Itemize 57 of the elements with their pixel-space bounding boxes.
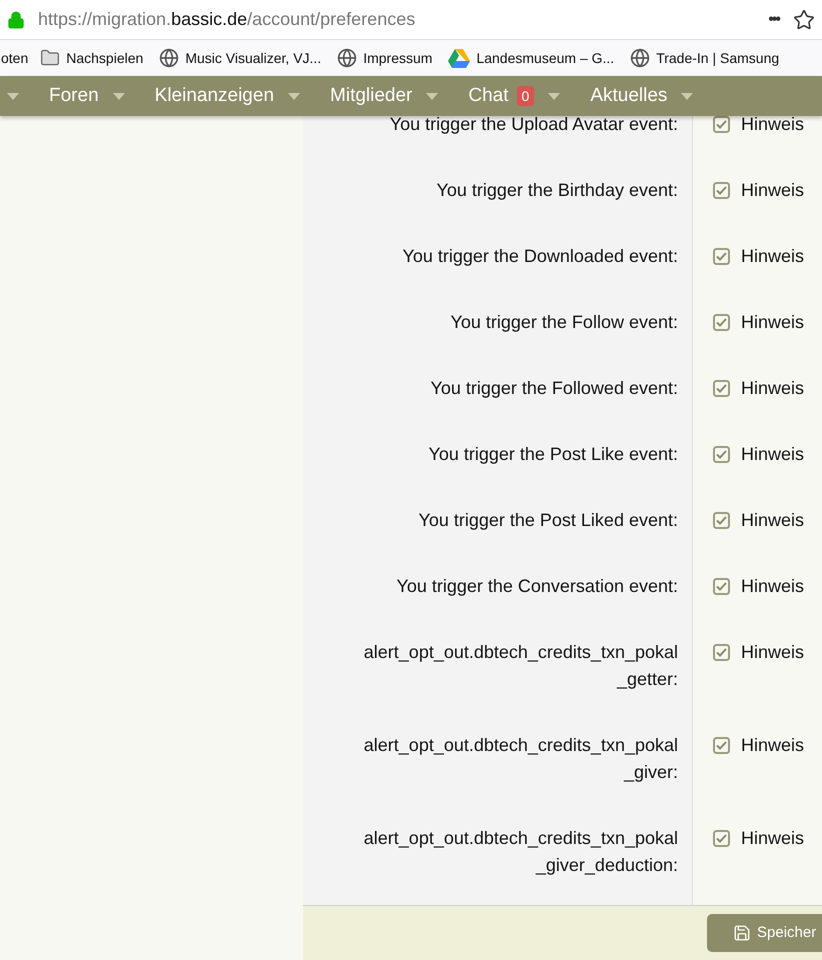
checkbox[interactable] (713, 314, 730, 331)
checkbox[interactable] (713, 446, 730, 463)
alert-option[interactable]: Hinweis (692, 375, 804, 402)
nav-tab[interactable]: Chat 0 (468, 82, 534, 110)
caret-icon (112, 92, 125, 100)
more-button[interactable]: ••• (768, 8, 779, 32)
alert-option[interactable]: Hinweis (692, 573, 804, 600)
alert-option[interactable]: Hinweis (692, 309, 804, 336)
alert-label: You trigger the Followed event: (430, 377, 679, 400)
caret-icon (426, 92, 438, 100)
alert-option[interactable]: Hinweis (692, 177, 804, 204)
globe-icon (337, 48, 358, 68)
globe-icon (159, 48, 180, 68)
alert-label: You trigger the Downloaded event: (401, 245, 679, 268)
caret-icon (548, 92, 560, 100)
drive-icon (448, 48, 470, 68)
folder-icon (40, 48, 60, 68)
alert-label: You trigger the Birthday event: (436, 179, 679, 202)
bookmark-item[interactable]: oten (1, 48, 28, 68)
checkbox[interactable] (713, 182, 730, 199)
checkbox[interactable] (713, 248, 730, 265)
count-badge: 0 (516, 86, 534, 106)
bookmark-item[interactable]: Nachspielen (40, 48, 144, 68)
checkbox[interactable] (713, 380, 730, 397)
lock-icon (7, 10, 25, 28)
alert-option[interactable]: Hinweis (692, 639, 804, 693)
alert-label: alert_opt_out.dbtech_credits_txn_pokal _giver_deduction: (362, 827, 679, 877)
checkbox[interactable] (713, 578, 730, 595)
alert-label: You trigger the Post Liked event: (417, 509, 679, 532)
alert-option[interactable]: Hinweis (692, 441, 804, 468)
alert-label: alert_opt_out.dbtech_credits_txn_pokal _giver: (362, 734, 679, 784)
alert-label: alert_opt_out.dbtech_credits_txn_pokal _getter: (362, 641, 679, 691)
alert-option[interactable]: Hinweis (692, 732, 804, 786)
address-field[interactable]: https://migration.bassic.de/account/preferences (38, 6, 416, 33)
alert-option[interactable]: Hinweis (692, 507, 804, 534)
bookmark-item[interactable]: Music Visualizer, VJ... (159, 48, 322, 68)
checkbox[interactable] (713, 512, 730, 529)
bookmark-item[interactable]: Impressum (337, 48, 432, 68)
bookmark-star-icon[interactable] (793, 8, 815, 30)
alert-label: You trigger the Post Like event: (428, 443, 679, 466)
alert-label: You trigger the Follow event: (450, 311, 679, 334)
caret-icon (681, 92, 694, 100)
checkbox[interactable] (713, 644, 730, 661)
caret-icon (288, 92, 300, 100)
bookmark-item[interactable]: Trade-In | Samsung (630, 48, 780, 68)
caret-icon (7, 92, 19, 100)
checkbox[interactable] (713, 116, 730, 133)
bookmark-item[interactable]: Landesmuseum – G... (448, 48, 614, 68)
checkbox[interactable] (713, 737, 730, 754)
alert-option[interactable]: Hinweis (692, 116, 804, 138)
alert-label: You trigger the Upload Avatar event: (388, 116, 679, 136)
save-icon (733, 924, 751, 942)
globe-icon (630, 48, 650, 68)
checkbox[interactable] (713, 830, 730, 847)
alert-option[interactable]: Hinweis (692, 243, 804, 270)
alert-option[interactable]: Hinweis (692, 825, 804, 879)
alert-label: You trigger the Conversation event: (395, 575, 679, 598)
